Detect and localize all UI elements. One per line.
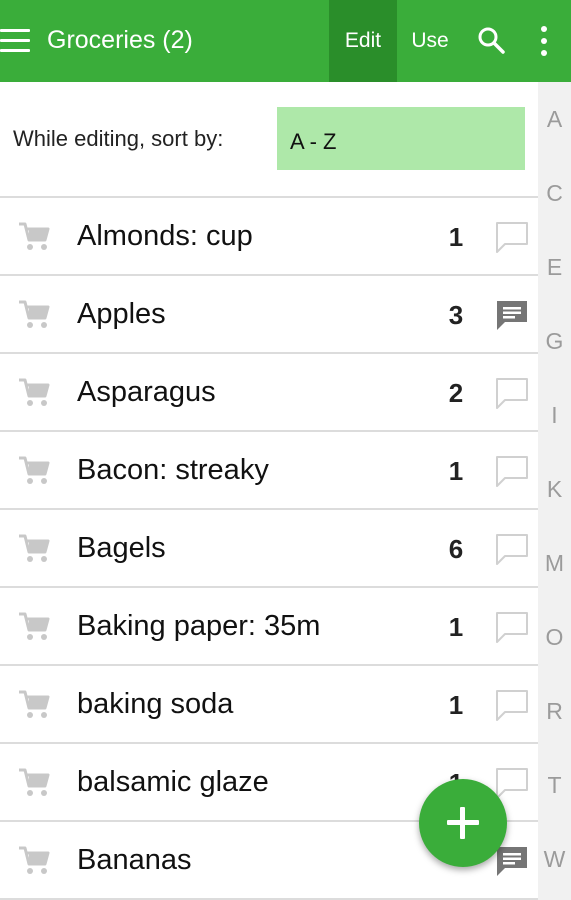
item-quantity[interactable]: 3 (436, 300, 476, 331)
index-letter[interactable]: E (538, 254, 571, 281)
item-name: Bananas (77, 844, 192, 876)
item-quantity[interactable]: 6 (436, 534, 476, 565)
comment-icon[interactable] (494, 766, 530, 800)
item-name: Bacon: streaky (77, 454, 269, 486)
app-bar: Groceries (2) Edit Use (0, 0, 571, 82)
sort-value: A - Z (290, 129, 337, 154)
cart-icon[interactable] (17, 220, 51, 252)
page-title: Groceries (2) (47, 26, 193, 54)
more-vert-icon[interactable] (538, 26, 550, 56)
cart-icon[interactable] (17, 688, 51, 720)
comment-icon[interactable] (494, 298, 530, 332)
sort-row: While editing, sort by: A - Z (0, 82, 538, 198)
search-icon[interactable] (477, 26, 505, 54)
cart-icon[interactable] (17, 844, 51, 876)
comment-icon[interactable] (494, 532, 530, 566)
list-item[interactable]: Bagels 6 (0, 510, 538, 588)
edit-tab[interactable]: Edit (329, 0, 397, 82)
item-name: baking soda (77, 688, 234, 720)
use-tab[interactable]: Use (397, 0, 463, 82)
menu-icon[interactable] (0, 28, 32, 54)
item-quantity[interactable]: 1 (436, 690, 476, 721)
sort-dropdown[interactable]: A - Z (277, 107, 525, 170)
list-item[interactable]: Apples 3 (0, 276, 538, 354)
cart-icon[interactable] (17, 610, 51, 642)
index-letter[interactable]: M (538, 550, 571, 577)
item-quantity[interactable]: 1 (436, 456, 476, 487)
index-letter[interactable]: W (538, 846, 571, 873)
list-item[interactable]: Baking paper: 35m 1 (0, 588, 538, 666)
sort-label: While editing, sort by: (13, 126, 224, 151)
comment-icon[interactable] (494, 454, 530, 488)
item-name: balsamic glaze (77, 766, 269, 798)
index-letter[interactable]: T (538, 772, 571, 799)
item-name: Apples (77, 298, 166, 330)
comment-icon[interactable] (494, 376, 530, 410)
cart-icon[interactable] (17, 376, 51, 408)
item-name: Asparagus (77, 376, 216, 408)
index-letter[interactable]: O (538, 624, 571, 651)
index-letter[interactable]: G (538, 328, 571, 355)
list-item[interactable]: Asparagus 2 (0, 354, 538, 432)
alphabet-index: A C E G I K M O R T W (538, 82, 571, 900)
item-quantity[interactable]: 2 (436, 378, 476, 409)
comment-icon[interactable] (494, 610, 530, 644)
index-letter[interactable]: C (538, 180, 571, 207)
list-item[interactable]: baking soda 1 (0, 666, 538, 744)
list-item[interactable]: Bacon: streaky 1 (0, 432, 538, 510)
index-letter[interactable]: K (538, 476, 571, 503)
comment-icon[interactable] (494, 844, 530, 878)
comment-icon[interactable] (494, 688, 530, 722)
index-letter[interactable]: R (538, 698, 571, 725)
add-item-button[interactable] (419, 779, 507, 867)
item-quantity[interactable]: 1 (436, 222, 476, 253)
comment-icon[interactable] (494, 220, 530, 254)
item-name: Bagels (77, 532, 166, 564)
index-letter[interactable]: I (538, 402, 571, 429)
index-letter[interactable]: A (538, 106, 571, 133)
cart-icon[interactable] (17, 766, 51, 798)
item-name: Baking paper: 35m (77, 610, 321, 642)
item-quantity[interactable]: 1 (436, 612, 476, 643)
cart-icon[interactable] (17, 532, 51, 564)
cart-icon[interactable] (17, 298, 51, 330)
list-item[interactable]: Almonds: cup 1 (0, 198, 538, 276)
cart-icon[interactable] (17, 454, 51, 486)
item-name: Almonds: cup (77, 220, 253, 252)
